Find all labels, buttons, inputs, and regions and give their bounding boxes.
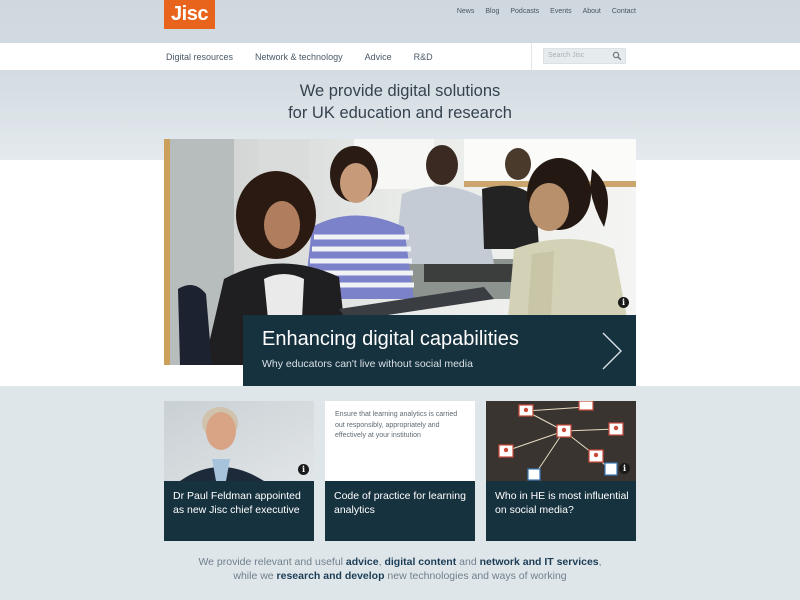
util-nav-about[interactable]: About (583, 8, 601, 15)
card-quote-panel: Ensure that learning analytics is carrie… (325, 401, 475, 481)
news-card-paul-feldman[interactable]: i Dr Paul Feldman appointed as new Jisc … (164, 401, 314, 541)
nav-network-technology[interactable]: Network & technology (255, 52, 343, 62)
strapline-line-2: while we research and develop new techno… (100, 569, 700, 583)
card-photo (164, 401, 314, 481)
tagline-line-2: for UK education and research (288, 104, 512, 122)
util-nav-news[interactable]: News (457, 8, 475, 15)
portrait-photo (164, 401, 314, 481)
page-tagline: We provide digital solutions for UK educ… (164, 80, 636, 124)
hero-caption[interactable]: Enhancing digital capabilities Why educa… (243, 315, 636, 386)
strapline: We provide relevant and useful advice, d… (100, 555, 700, 583)
card-info-icon[interactable]: i (619, 463, 630, 474)
nav-digital-resources[interactable]: Digital resources (166, 52, 233, 62)
link-advice[interactable]: advice (346, 556, 379, 568)
strapline-text: new technologies and ways of working (384, 570, 567, 582)
strapline-text: and (456, 556, 480, 568)
nav-divider (531, 43, 532, 70)
hero-title: Enhancing digital capabilities (262, 328, 519, 350)
news-card-social-media[interactable]: i Who in HE is most influential on socia… (486, 401, 636, 541)
util-nav-podcasts[interactable]: Podcasts (510, 8, 539, 15)
jisc-logo[interactable]: Jisc (164, 0, 215, 29)
network-diagram-photo (486, 401, 636, 481)
strapline-line-1: We provide relevant and useful advice, d… (100, 555, 700, 569)
link-network-it-services[interactable]: network and IT services (480, 556, 599, 568)
link-digital-content[interactable]: digital content (384, 556, 456, 568)
nav-advice[interactable]: Advice (365, 52, 392, 62)
strapline-text: , (598, 556, 602, 568)
search-placeholder: Search Jisc (548, 52, 585, 59)
link-research-develop[interactable]: research and develop (277, 570, 385, 582)
main-nav-bar: Digital resources Network & technology A… (0, 43, 800, 70)
news-card-learning-analytics[interactable]: Ensure that learning analytics is carrie… (325, 401, 475, 541)
card-info-icon[interactable]: i (298, 464, 309, 475)
card-photo (486, 401, 636, 481)
chevron-right-icon[interactable] (601, 331, 623, 371)
util-nav-events[interactable]: Events (550, 8, 571, 15)
card-title: Dr Paul Feldman appointed as new Jisc ch… (173, 490, 301, 516)
nav-rd[interactable]: R&D (414, 52, 433, 62)
strapline-text: while we (233, 570, 277, 582)
card-title: Who in HE is most influential on social … (495, 490, 629, 516)
util-nav-contact[interactable]: Contact (612, 8, 636, 15)
hero-info-icon[interactable]: i (618, 297, 629, 308)
util-nav-blog[interactable]: Blog (485, 8, 499, 15)
strapline-text: We provide relevant and useful (198, 556, 346, 568)
card-title: Code of practice for learning analytics (334, 490, 466, 516)
utility-nav: News Blog Podcasts Events About Contact (457, 8, 636, 15)
search-input[interactable]: Search Jisc (543, 48, 626, 64)
hero-subtitle: Why educators can't live without social … (262, 358, 473, 370)
tagline-line-1: We provide digital solutions (299, 82, 501, 100)
card-quote-text: Ensure that learning analytics is carrie… (335, 411, 458, 439)
search-icon[interactable] (612, 51, 622, 61)
